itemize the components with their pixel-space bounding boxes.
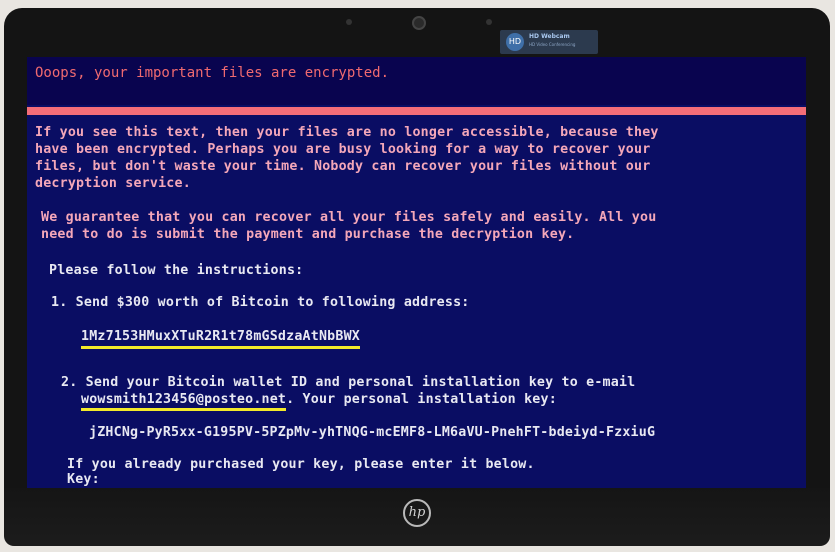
sensor-dot [486, 19, 492, 25]
contact-email: wowsmith123456@posteo.net [81, 392, 287, 411]
paragraph2-line: need to do is submit the payment and pur… [41, 227, 575, 242]
step-2-text: 2. Send your Bitcoin wallet ID and perso… [61, 375, 636, 390]
paragraph1-line: files, but don't waste your time. Nobody… [35, 159, 651, 174]
header-bar: Ooops, your important files are encrypte… [27, 57, 806, 105]
separator-line [27, 107, 806, 115]
webcam-icon: HD [506, 33, 524, 51]
hp-logo: hp [403, 499, 431, 527]
webcam-subtitle: HD Video Conferencing [529, 42, 576, 47]
step-2-rest: . Your personal installation key: [286, 392, 557, 407]
paragraph2-line: We guarantee that you can recover all yo… [41, 210, 657, 225]
paragraph1-line: If you see this text, then your files ar… [35, 125, 659, 140]
paragraph1-line: have been encrypted. Perhaps you are bus… [35, 142, 651, 157]
key-input-label[interactable]: Key: [67, 472, 100, 488]
instructions-heading: Please follow the instructions: [49, 263, 304, 278]
ransom-headline: Ooops, your important files are encrypte… [35, 65, 390, 81]
screen: Ooops, your important files are encrypte… [27, 57, 806, 488]
bitcoin-address: 1Mz7153HMuxXTuR2R1t78mGSdzaAtNbBWX [81, 329, 360, 349]
step-2-line2: wowsmith123456@posteo.net. Your personal… [81, 392, 557, 411]
webcam-icon [412, 16, 426, 30]
step-1-text: 1. Send $300 worth of Bitcoin to followi… [51, 295, 470, 310]
webcam-overlay: HD HD Webcam HD Video Conferencing [500, 30, 598, 54]
purchase-prompt: If you already purchased your key, pleas… [67, 457, 535, 472]
installation-key: jZHCNg-PyR5xx-G195PV-5PZpMv-yhTNQG-mcEMF… [89, 425, 656, 440]
sensor-dot [346, 19, 352, 25]
laptop: HD HD Webcam HD Video Conferencing Ooops… [0, 0, 835, 552]
paragraph1-line: decryption service. [35, 176, 191, 191]
webcam-title: HD Webcam [529, 33, 570, 40]
